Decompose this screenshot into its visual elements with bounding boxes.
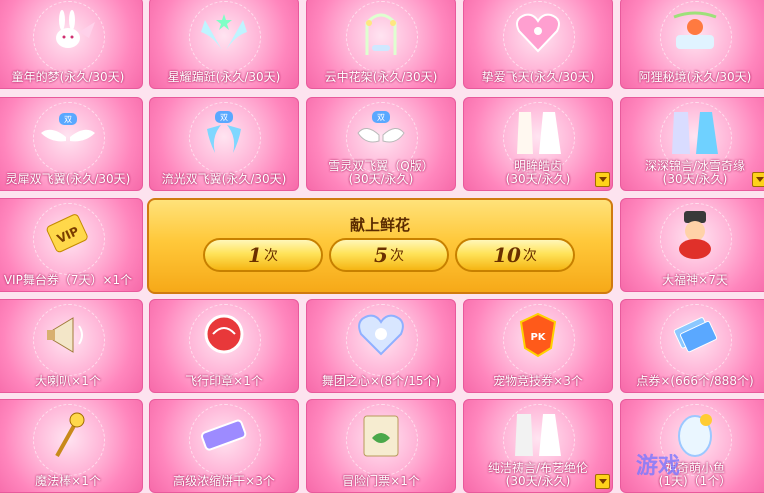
reward-item[interactable]: 童年的梦(永久/30天): [0, 0, 143, 89]
reward-label: 纯洁祷言/布艺绝伦 (30天/永久): [487, 461, 589, 488]
reward-label: 云中花架(永久/30天): [324, 70, 438, 84]
reward-item[interactable]: VIP VIP舞台券（7天）×1个: [0, 198, 143, 292]
adventure-scroll-icon: [352, 408, 410, 462]
crystal-heart-icon: [352, 308, 410, 362]
reward-item[interactable]: 阿狸秘境(永久/30天): [620, 0, 764, 89]
fortune-god-icon: [666, 207, 724, 261]
reward-item[interactable]: 挚爱飞天(永久/30天): [463, 0, 613, 89]
offer-1-times-button[interactable]: 1次: [203, 238, 323, 272]
button-unit: 次: [389, 248, 404, 264]
megaphone-icon: [39, 308, 97, 362]
reward-grid: 童年的梦(永久/30天) 星耀蹁跹(永久/30天) 云中花架(永久/30天) 挚…: [0, 0, 764, 493]
offer-5-times-button[interactable]: 5次: [329, 238, 449, 272]
reward-label: 大喇叭×1个: [35, 374, 101, 388]
snow-wings-icon: 双: [352, 106, 410, 160]
button-count: 1: [248, 243, 262, 267]
wedding-outfits-icon: [509, 408, 567, 462]
reward-label: 灵犀双飞翼(永久/30天): [5, 172, 131, 186]
svg-text:PK: PK: [530, 332, 546, 343]
reward-item[interactable]: PK 宠物竞技券×3个: [463, 299, 613, 393]
reward-item[interactable]: 明眸皓齿 (30天/永久): [463, 97, 613, 191]
reward-label: 挚爱飞天(永久/30天): [481, 70, 595, 84]
reward-item[interactable]: 大喇叭×1个: [0, 299, 143, 393]
offer-10-times-button[interactable]: 10 次: [455, 238, 575, 272]
button-unit: 次: [522, 248, 537, 264]
reward-label: 冒险门票×1个: [342, 474, 420, 488]
magic-wand-icon: [39, 408, 97, 462]
reward-label: 明眸皓齿 (30天/永久): [505, 159, 571, 186]
button-unit: 次: [263, 248, 278, 264]
reward-item[interactable]: 高级浓缩饼干×3个: [149, 399, 299, 493]
reward-label: 童年的梦(永久/30天): [11, 70, 125, 84]
svg-text:双: 双: [377, 113, 385, 122]
flower-swing-icon: [352, 6, 410, 60]
reward-label: 飞行印章×1个: [185, 374, 263, 388]
reward-item[interactable]: 纯洁祷言/布艺绝伦 (30天/永久): [463, 399, 613, 493]
reward-label: 星耀蹁跹(永久/30天): [167, 70, 281, 84]
expand-dropdown-button[interactable]: [752, 172, 764, 187]
vip-ticket-icon: VIP: [39, 207, 97, 261]
reward-label: 深深锦言/冰雪奇缘 (30天/永久): [644, 159, 746, 186]
ali-garden-icon: [666, 6, 724, 60]
coupon-cards-icon: [666, 308, 724, 362]
expand-dropdown-button[interactable]: [595, 474, 610, 489]
reward-item[interactable]: 神奇萌小鱼 (1天)（1个）: [620, 399, 764, 493]
reward-label: 雪灵双飞翼（Q版） (30天/永久): [328, 159, 434, 186]
offer-flowers-panel: 献上鲜花 1次 5次 10 次: [147, 198, 613, 294]
ice-outfits-icon: [666, 106, 724, 160]
button-count: 10: [493, 243, 521, 267]
reward-label: 神奇萌小鱼 (1天)（1个）: [658, 461, 732, 488]
star-wings-icon: [195, 6, 253, 60]
rabbit-wings-icon: [39, 6, 97, 60]
reward-label: VIP舞台券（7天）×1个: [3, 273, 133, 287]
reward-item[interactable]: 双 流光双飞翼(永久/30天): [149, 97, 299, 191]
reward-item[interactable]: 飞行印章×1个: [149, 299, 299, 393]
pet-pk-ticket-icon: PK: [509, 308, 567, 362]
reward-item[interactable]: 大福神×7天: [620, 198, 764, 292]
expand-dropdown-button[interactable]: [595, 172, 610, 187]
button-count: 5: [374, 243, 388, 267]
reward-item[interactable]: 点券×(666个/888个): [620, 299, 764, 393]
reward-item[interactable]: 双 灵犀双飞翼(永久/30天): [0, 97, 143, 191]
reward-label: 大福神×7天: [662, 273, 728, 287]
reward-item[interactable]: 深深锦言/冰雪奇缘 (30天/永久): [620, 97, 764, 191]
biscuit-pack-icon: [195, 408, 253, 462]
reward-label: 舞团之心×(8个/15个): [321, 374, 441, 388]
blue-wings-icon: 双: [195, 106, 253, 160]
white-outfits-icon: [509, 106, 567, 160]
reward-label: 魔法棒×1个: [35, 474, 101, 488]
svg-text:双: 双: [220, 113, 228, 122]
flight-stamp-icon: [195, 308, 253, 362]
reward-item[interactable]: 魔法棒×1个: [0, 399, 143, 493]
reward-label: 点券×(666个/888个): [636, 374, 754, 388]
reward-item[interactable]: 星耀蹁跹(永久/30天): [149, 0, 299, 89]
reward-label: 宠物竞技券×3个: [493, 374, 583, 388]
svg-text:双: 双: [64, 115, 72, 124]
reward-label: 流光双飞翼(永久/30天): [161, 172, 287, 186]
double-wings-icon: 双: [39, 106, 97, 160]
heart-ornament-icon: [509, 6, 567, 60]
panel-title: 献上鲜花: [349, 216, 410, 234]
reward-label: 阿狸秘境(永久/30天): [638, 70, 752, 84]
reward-item[interactable]: 冒险门票×1个: [306, 399, 456, 493]
fish-egg-icon: [666, 408, 724, 462]
reward-item[interactable]: 云中花架(永久/30天): [306, 0, 456, 89]
reward-item[interactable]: 舞团之心×(8个/15个): [306, 299, 456, 393]
reward-label: 高级浓缩饼干×3个: [173, 474, 275, 488]
reward-item[interactable]: 双 雪灵双飞翼（Q版） (30天/永久): [306, 97, 456, 191]
